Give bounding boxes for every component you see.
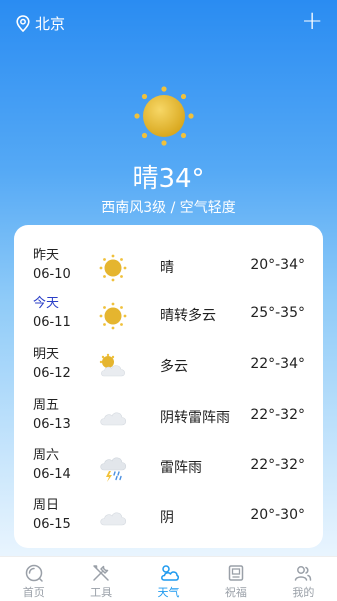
top-bar: 北京 + xyxy=(0,0,337,46)
forecast-day: 周六 xyxy=(33,448,60,463)
wind-air-quality: 西南风3级 / 空气轻度 xyxy=(101,200,236,216)
tools-icon xyxy=(93,565,109,581)
forecast-date: 06-15 xyxy=(33,517,71,532)
forecast-day: 周五 xyxy=(33,398,60,413)
forecast-row-today[interactable]: 今天 06-11 晴转多云 25°-35° xyxy=(14,291,323,341)
cloud-icon xyxy=(100,412,127,426)
forecast-temp: 25°-35° xyxy=(250,305,305,321)
tab-weather-label: 天气 xyxy=(157,586,180,599)
forecast-temp: 22°-32° xyxy=(250,457,305,473)
sun-icon xyxy=(99,254,127,282)
forecast-row[interactable]: 周五 06-13 阴转雷阵雨 22°-32° xyxy=(14,393,323,443)
forecast-date: 06-13 xyxy=(33,417,71,432)
forecast-date: 06-14 xyxy=(33,467,71,482)
tab-tools[interactable]: 工具 xyxy=(67,557,134,601)
tab-weather[interactable]: 天气 xyxy=(135,557,202,601)
partly-cloudy-icon xyxy=(99,353,125,377)
tab-home-label: 首页 xyxy=(22,586,45,599)
forecast-temp: 22°-32° xyxy=(250,407,305,423)
blessing-icon xyxy=(228,565,244,581)
forecast-desc: 阴 xyxy=(160,510,174,526)
weather-icon xyxy=(160,565,179,581)
thunderstorm-icon xyxy=(100,457,127,482)
forecast-day: 昨天 xyxy=(33,248,60,263)
profile-icon xyxy=(295,566,312,581)
forecast-temp: 20°-34° xyxy=(250,257,305,273)
tab-tools-label: 工具 xyxy=(90,586,113,599)
cloud-icon xyxy=(100,512,127,526)
forecast-desc: 晴 xyxy=(160,260,174,276)
home-icon xyxy=(25,564,43,582)
tab-blessing-label: 祝福 xyxy=(224,586,247,599)
tab-home[interactable]: 首页 xyxy=(0,557,67,601)
current-weather-title: 晴34° xyxy=(132,164,205,194)
forecast-card: 昨天 06-10 晴 20°-34° 今天 06-11 晴转多云 25°-35°… xyxy=(14,225,323,548)
forecast-date: 06-10 xyxy=(33,267,71,282)
forecast-row[interactable]: 昨天 06-10 晴 20°-34° xyxy=(14,243,323,293)
forecast-day: 明天 xyxy=(33,347,60,362)
sun-icon xyxy=(134,86,194,146)
forecast-day: 周日 xyxy=(33,498,60,513)
forecast-desc: 多云 xyxy=(160,359,188,375)
forecast-row[interactable]: 周六 06-14 雷阵雨 22°-32° xyxy=(14,443,323,493)
location-selector[interactable]: 北京 xyxy=(16,13,65,34)
forecast-day: 今天 xyxy=(33,296,60,311)
sun-icon xyxy=(99,302,127,330)
tab-blessing[interactable]: 祝福 xyxy=(202,557,269,601)
forecast-desc: 雷阵雨 xyxy=(160,460,202,476)
tab-profile[interactable]: 我的 xyxy=(270,557,337,601)
forecast-row[interactable]: 明天 06-12 多云 22°-34° xyxy=(14,342,323,392)
add-city-button[interactable]: + xyxy=(301,8,323,34)
forecast-date: 06-11 xyxy=(33,315,71,330)
forecast-row[interactable]: 周日 06-15 阴 20°-30° xyxy=(14,493,323,543)
forecast-temp: 20°-30° xyxy=(250,507,305,523)
city-name: 北京 xyxy=(35,15,66,33)
forecast-desc: 阴转雷阵雨 xyxy=(160,410,230,426)
bottom-tab-bar: 首页 工具 天气 祝福 我的 xyxy=(0,556,337,601)
tab-profile-label: 我的 xyxy=(292,586,315,599)
forecast-temp: 22°-34° xyxy=(250,356,305,372)
location-pin-icon xyxy=(16,15,30,32)
forecast-desc: 晴转多云 xyxy=(160,308,216,324)
forecast-date: 06-12 xyxy=(33,366,71,381)
